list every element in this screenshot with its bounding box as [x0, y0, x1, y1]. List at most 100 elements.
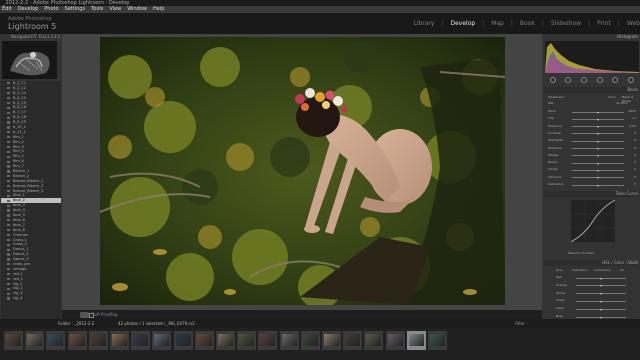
slider-knob[interactable]: [596, 140, 599, 143]
crop-icon[interactable]: [549, 76, 556, 83]
filmstrip-thumbnail[interactable]: [322, 331, 341, 350]
filmstrip-thumbnail[interactable]: [406, 331, 426, 350]
spot-removal-icon[interactable]: [565, 76, 572, 83]
filmstrip-thumbnail[interactable]: [385, 331, 405, 350]
menu-settings[interactable]: Settings: [65, 6, 86, 13]
treatment-color[interactable]: Color: [608, 95, 616, 99]
hsl-header[interactable]: HSL / Color / B&W: [544, 260, 638, 266]
histogram-header[interactable]: Histogram: [544, 34, 638, 40]
red-eye-icon[interactable]: [581, 76, 588, 83]
basic-header[interactable]: Basic: [544, 87, 638, 93]
folder-label[interactable]: Folder : _2012-2-2: [58, 319, 94, 328]
graduated-filter-icon[interactable]: [596, 76, 603, 83]
navigator-header[interactable]: Navigator FIT FILL 1:1 3:1: [1, 34, 61, 40]
zoom-3-1[interactable]: 3:1: [54, 34, 60, 40]
filmstrip-thumbnail[interactable]: [216, 331, 235, 350]
slider-value[interactable]: 0: [626, 138, 636, 142]
slider-value[interactable]: 0: [626, 146, 636, 150]
adjustment-brush-icon[interactable]: [628, 76, 635, 83]
filmstrip-thumbnail[interactable]: [428, 331, 447, 350]
slider-knob[interactable]: [596, 155, 599, 158]
hsl-tab-hue[interactable]: Hue: [556, 268, 562, 272]
slider-value[interactable]: 4950: [626, 109, 636, 113]
filmstrip-thumbnail[interactable]: [364, 331, 384, 350]
slider-knob[interactable]: [596, 162, 599, 165]
slider-value[interactable]: 0: [626, 153, 636, 157]
module-develop[interactable]: Develop: [450, 20, 475, 27]
zoom-fit[interactable]: FIT: [31, 34, 37, 40]
tone-curve-header[interactable]: Tone Curve: [544, 191, 638, 197]
wb-value[interactable]: As Shot: [616, 101, 627, 105]
slider-knob[interactable]: [596, 118, 599, 121]
hsl-slider-knob[interactable]: [599, 300, 602, 303]
filmstrip-thumbnail[interactable]: [67, 331, 87, 350]
slider-knob[interactable]: [596, 133, 599, 136]
point-curve-value[interactable]: Medium Contrast: [568, 251, 594, 255]
zoom-fill[interactable]: FILL: [39, 34, 47, 40]
slider-label: Whites: [548, 152, 559, 157]
menu-edit[interactable]: Edit: [2, 6, 12, 13]
module-separator: |: [510, 20, 513, 27]
slider-value[interactable]: 0: [626, 160, 636, 164]
slider-value[interactable]: 0.00: [626, 124, 636, 128]
menu-view[interactable]: View: [109, 6, 121, 13]
slider-knob[interactable]: [596, 148, 599, 150]
slider-value[interactable]: 0: [626, 167, 636, 171]
filmstrip-thumbnail[interactable]: [25, 331, 45, 350]
menu-tools[interactable]: Tools: [91, 6, 103, 13]
hsl-tab-luminance[interactable]: Luminance: [594, 268, 610, 272]
slider-value[interactable]: 0: [626, 175, 636, 179]
filmstrip-thumbnail[interactable]: [279, 331, 299, 350]
slider-knob[interactable]: [596, 126, 599, 129]
hsl-slider-knob[interactable]: [599, 293, 602, 296]
slider-value[interactable]: 0: [626, 131, 636, 135]
module-library[interactable]: Library: [413, 20, 434, 27]
filmstrip-thumbnail[interactable]: [194, 331, 214, 350]
menu-photo[interactable]: Photo: [44, 6, 58, 13]
filmstrip-thumbnail[interactable]: [110, 331, 129, 350]
radial-filter-icon[interactable]: [612, 76, 619, 83]
filmstrip-thumbnail[interactable]: [88, 331, 108, 350]
slider-knob[interactable]: [596, 111, 599, 114]
menu-help[interactable]: Help: [153, 6, 164, 13]
menu-window[interactable]: Window: [127, 6, 147, 13]
tone-curve-graph[interactable]: [570, 199, 616, 243]
filmstrip-thumbnail[interactable]: [152, 331, 172, 350]
thumbnail-image: [90, 334, 106, 346]
hsl-slider-knob[interactable]: [599, 308, 602, 311]
filmstrip-thumbnail[interactable]: [258, 331, 278, 350]
hsl-tab-all[interactable]: All: [620, 268, 624, 272]
thumbnail-image: [196, 334, 212, 346]
menu-develop[interactable]: Develop: [18, 6, 39, 13]
view-mode-button[interactable]: [80, 311, 89, 318]
filmstrip-thumbnail[interactable]: [46, 331, 66, 350]
module-web[interactable]: Web: [627, 20, 640, 27]
filmstrip-thumbnail[interactable]: [131, 331, 151, 350]
main-photo[interactable]: [99, 37, 506, 309]
module-slideshow[interactable]: Slideshow: [551, 20, 581, 27]
treatment-label: Treatment :: [548, 95, 566, 99]
slider-knob[interactable]: [596, 169, 599, 172]
slider-value[interactable]: +5: [626, 116, 636, 120]
filmstrip-thumbnail[interactable]: [173, 331, 193, 350]
slider-knob[interactable]: [596, 177, 599, 180]
slider-value[interactable]: 0: [626, 182, 636, 186]
navigator-preview[interactable]: [2, 41, 57, 79]
thumbnail-image: [239, 334, 255, 346]
hsl-slider-knob[interactable]: [599, 277, 602, 280]
module-print[interactable]: Print: [597, 20, 611, 27]
filmstrip-thumbnail[interactable]: [343, 331, 363, 350]
hsl-tab-saturation[interactable]: Saturation: [572, 268, 588, 272]
histogram-graph: [545, 43, 639, 73]
preset-item[interactable]: vig_4: [1, 296, 61, 301]
zoom-1-1[interactable]: 1:1: [47, 34, 53, 40]
hsl-slider-knob[interactable]: [599, 285, 602, 288]
module-separator: |: [617, 20, 620, 27]
module-map[interactable]: Map: [491, 20, 504, 27]
slider-knob[interactable]: [596, 184, 599, 187]
filmstrip-thumbnail[interactable]: [300, 331, 320, 350]
filmstrip-thumbnail[interactable]: [4, 331, 23, 350]
module-book[interactable]: Book: [520, 20, 535, 27]
filter-label[interactable]: Filter :: [515, 319, 528, 328]
filmstrip-thumbnail[interactable]: [237, 331, 257, 350]
